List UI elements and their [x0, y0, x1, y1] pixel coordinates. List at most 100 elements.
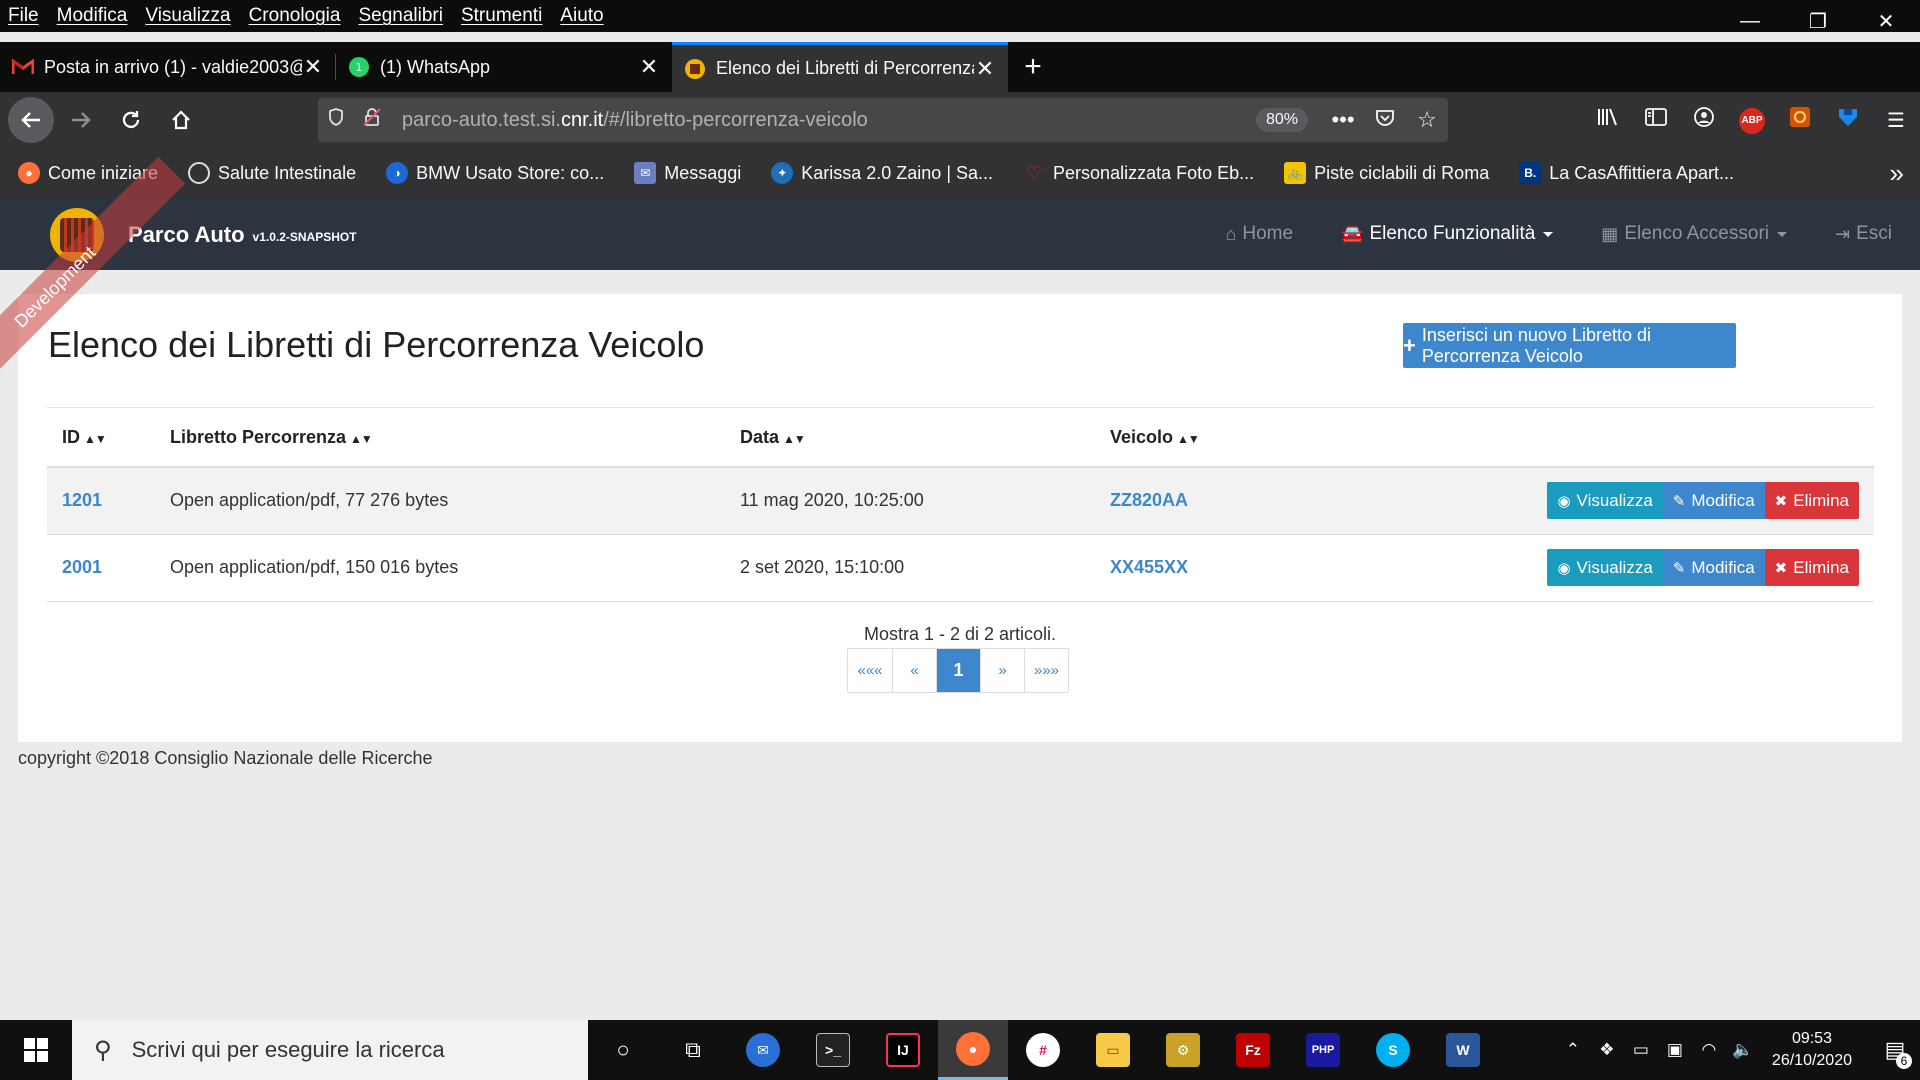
- page-actions-icon[interactable]: •••: [1322, 107, 1364, 133]
- start-button[interactable]: [0, 1020, 72, 1080]
- veicolo-link[interactable]: XX455XX: [1110, 557, 1188, 577]
- menu-segnalibri[interactable]: Segnalibri: [349, 5, 452, 27]
- column-header-data[interactable]: Data ▲▼: [740, 408, 1110, 468]
- sort-icon: ▲▼: [350, 431, 373, 446]
- modifica-button[interactable]: ✎ Modifica: [1662, 549, 1765, 586]
- libretto-file-link[interactable]: Open application/pdf, 150 016 bytes: [170, 557, 458, 577]
- file-explorer-icon[interactable]: ▭: [1078, 1020, 1148, 1080]
- libretto-file-link[interactable]: Open application/pdf, 77 276 bytes: [170, 490, 448, 510]
- bookmark-item[interactable]: ✦ Karissa 2.0 Zaino | Sa...: [753, 162, 1005, 184]
- page-first-button[interactable]: «««: [848, 649, 892, 692]
- add-libretto-button[interactable]: + Inserisci un nuovo Libretto di Percorr…: [1403, 323, 1736, 368]
- chevron-up-icon[interactable]: ⌃: [1556, 1040, 1590, 1060]
- forward-button[interactable]: [58, 97, 104, 143]
- account-icon[interactable]: [1680, 106, 1728, 134]
- bookmark-item[interactable]: ✉ Messaggi: [616, 162, 753, 184]
- bookmark-item[interactable]: Salute Intestinale: [170, 162, 368, 184]
- close-tab-icon[interactable]: ✕: [302, 54, 324, 80]
- filezilla-icon[interactable]: Fz: [1218, 1020, 1288, 1080]
- dropbox-icon[interactable]: ❖: [1590, 1040, 1624, 1060]
- close-tab-icon[interactable]: ✕: [974, 56, 996, 82]
- column-header-veicolo[interactable]: Veicolo ▲▼: [1110, 408, 1510, 468]
- veicolo-link[interactable]: ZZ820AA: [1110, 490, 1188, 510]
- menu-visualizza[interactable]: Visualizza: [136, 5, 239, 27]
- visualizza-button[interactable]: ◉ Visualizza: [1547, 549, 1663, 586]
- notification-center-icon[interactable]: ▤ 6: [1870, 1037, 1920, 1069]
- page-next-button[interactable]: »: [980, 649, 1024, 692]
- elimina-button[interactable]: ✖ Elimina: [1764, 549, 1859, 586]
- volume-icon[interactable]: 🔈: [1726, 1040, 1760, 1060]
- nav-elenco-funzionalita[interactable]: 🚘 Elenco Funzionalità: [1341, 223, 1554, 245]
- page-last-button[interactable]: »»»: [1024, 649, 1068, 692]
- restore-button[interactable]: ❐: [1784, 0, 1852, 42]
- modifica-button[interactable]: ✎ Modifica: [1662, 482, 1765, 520]
- bookmark-item[interactable]: B. La CasAffittiera Apart...: [1501, 162, 1746, 184]
- php-icon[interactable]: PHP: [1288, 1020, 1358, 1080]
- wifi-icon[interactable]: ◠: [1692, 1040, 1726, 1060]
- extension-blue-icon[interactable]: [1824, 106, 1872, 134]
- battery-icon[interactable]: ▭: [1624, 1040, 1658, 1060]
- pocket-icon[interactable]: [1364, 107, 1406, 133]
- tab-whatsapp[interactable]: 1 (1) WhatsApp ✕: [336, 42, 672, 92]
- nav-home[interactable]: ⌂ Home: [1225, 223, 1293, 245]
- page-prev-button[interactable]: «: [892, 649, 936, 692]
- new-tab-button[interactable]: +: [1008, 42, 1058, 92]
- menu-strumenti[interactable]: Strumenti: [452, 5, 551, 27]
- visualizza-button[interactable]: ◉ Visualizza: [1547, 482, 1663, 520]
- intellij-icon[interactable]: IJ: [868, 1020, 938, 1080]
- word-icon[interactable]: W: [1428, 1020, 1498, 1080]
- nav-esci[interactable]: ⇥ Esci: [1835, 223, 1892, 245]
- zoom-indicator[interactable]: 80%: [1255, 108, 1308, 132]
- url-text[interactable]: parco-auto.test.si.cnr.it/#/libretto-per…: [390, 109, 1256, 132]
- slack-icon[interactable]: #: [1008, 1020, 1078, 1080]
- library-icon[interactable]: [1584, 107, 1632, 133]
- column-header-id[interactable]: ID ▲▼: [47, 408, 170, 468]
- add-libretto-label: Inserisci un nuovo Libretto di Percorren…: [1421, 324, 1651, 366]
- network-icon[interactable]: ▣: [1658, 1040, 1692, 1060]
- bookmark-item[interactable]: 🚲 Piste ciclabili di Roma: [1266, 162, 1501, 184]
- thunderbird-icon[interactable]: ✉: [728, 1020, 798, 1080]
- app-yellow-icon[interactable]: ⚙: [1148, 1020, 1218, 1080]
- sidebar-icon[interactable]: [1632, 108, 1680, 132]
- bookmark-item[interactable]: ◑ BMW Usato Store: co...: [368, 162, 616, 184]
- close-window-button[interactable]: ✕: [1852, 0, 1920, 42]
- brand-name: Parco Auto: [128, 222, 245, 247]
- parco-auto-icon: [684, 58, 706, 80]
- menu-aiuto[interactable]: Aiuto: [551, 5, 612, 27]
- pencil-icon: ✎: [1672, 559, 1686, 577]
- menu-file[interactable]: File: [0, 5, 48, 27]
- booking-icon: B.: [1519, 162, 1542, 184]
- clock[interactable]: 09:53 26/10/2020: [1772, 1028, 1852, 1072]
- skype-icon[interactable]: S: [1358, 1020, 1428, 1080]
- chevron-double-right-icon[interactable]: »: [1890, 158, 1904, 189]
- minimize-button[interactable]: —: [1716, 0, 1784, 42]
- menu-modifica[interactable]: Modifica: [48, 5, 137, 27]
- task-view-icon[interactable]: ⧉: [658, 1020, 728, 1080]
- nav-elenco-accessori[interactable]: ▦ Elenco Accessori: [1601, 223, 1787, 245]
- tab-parco-auto[interactable]: Elenco dei Libretti di Percorrenza ✕: [672, 42, 1008, 92]
- adblock-plus-icon[interactable]: ABP: [1728, 106, 1776, 134]
- menu-cronologia[interactable]: Cronologia: [240, 5, 350, 27]
- cortana-icon[interactable]: ○: [588, 1020, 658, 1080]
- bookmark-star-icon[interactable]: ☆: [1406, 107, 1448, 133]
- hamburger-menu-icon[interactable]: ☰: [1872, 108, 1920, 133]
- reload-button[interactable]: [108, 97, 154, 143]
- taskbar-search[interactable]: ⚲ Scrivi qui per eseguire la ricerca: [72, 1020, 588, 1080]
- home-button[interactable]: [158, 97, 204, 143]
- extension-orange-icon[interactable]: [1776, 106, 1824, 134]
- url-bar[interactable]: parco-auto.test.si.cnr.it/#/libretto-per…: [318, 98, 1448, 142]
- id-link[interactable]: 2001: [62, 557, 102, 577]
- bookmark-label: Piste ciclabili di Roma: [1314, 162, 1490, 183]
- elimina-button[interactable]: ✖ Elimina: [1764, 482, 1859, 520]
- insecure-lock-icon[interactable]: [354, 108, 390, 132]
- close-tab-icon[interactable]: ✕: [638, 54, 660, 80]
- tab-gmail[interactable]: Posta in arrivo (1) - valdie2003@ ✕: [0, 42, 336, 92]
- bookmark-item[interactable]: ♡ Personalizzata Foto Eb...: [1005, 162, 1266, 184]
- back-button[interactable]: [8, 97, 54, 143]
- firefox-taskbar-icon[interactable]: ●: [938, 1020, 1008, 1080]
- shield-icon[interactable]: [318, 108, 354, 132]
- id-link[interactable]: 1201: [62, 490, 102, 510]
- column-header-libretto[interactable]: Libretto Percorrenza ▲▼: [170, 408, 740, 468]
- page-current-button[interactable]: 1: [936, 649, 980, 692]
- terminal-icon[interactable]: >_: [798, 1020, 868, 1080]
